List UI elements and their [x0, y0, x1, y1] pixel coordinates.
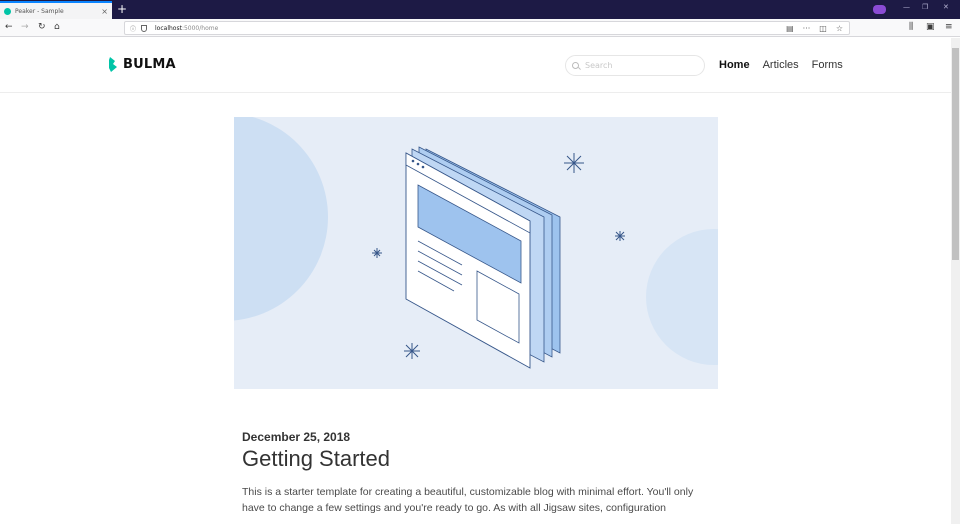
- tracking-shield-icon[interactable]: [141, 24, 148, 32]
- post-date: December 25, 2018: [242, 430, 351, 444]
- close-window-button[interactable]: ✕: [943, 3, 949, 11]
- forward-icon[interactable]: →: [21, 22, 29, 33]
- reload-icon[interactable]: ↻: [38, 22, 46, 33]
- bulma-logo-icon: [109, 57, 117, 72]
- favicon-icon: [4, 7, 11, 15]
- nav-forms-link[interactable]: Forms: [812, 59, 843, 71]
- pocket-icon[interactable]: ◫: [819, 24, 827, 33]
- menu-icon[interactable]: ≡: [945, 22, 953, 33]
- web-page: BULMA Search Home Articles Forms Decembe…: [0, 38, 951, 524]
- library-icon[interactable]: ⫼: [909, 22, 913, 33]
- decorative-circle-left: [234, 117, 328, 321]
- url-text: localhost:5000/home: [155, 24, 219, 32]
- tab-title: Peaker - Sample: [15, 7, 64, 15]
- url-bar[interactable]: ⓘ localhost:5000/home ▤ ··· ◫ ☆: [124, 21, 850, 35]
- scrollbar-thumb[interactable]: [952, 48, 959, 260]
- post-title-link[interactable]: Getting Started: [242, 446, 390, 472]
- site-navbar: BULMA Search Home Articles Forms: [0, 38, 951, 93]
- minimize-button[interactable]: —: [903, 3, 910, 11]
- post-excerpt: This is a starter template for creating …: [242, 486, 694, 514]
- browser-toolbar: ← → ↻ ⌂ ⓘ localhost:5000/home ▤ ··· ◫ ☆ …: [0, 19, 960, 37]
- home-icon[interactable]: ⌂: [54, 22, 60, 33]
- hero-illustration: [234, 117, 718, 389]
- new-tab-button[interactable]: +: [117, 2, 127, 16]
- back-icon[interactable]: ←: [5, 22, 13, 33]
- page-actions-icon[interactable]: ···: [803, 24, 811, 33]
- reader-view-icon[interactable]: ▤: [786, 24, 794, 33]
- decorative-circle-right: [646, 229, 718, 365]
- page-scrollbar[interactable]: [951, 38, 960, 524]
- bookmark-star-icon[interactable]: ☆: [836, 24, 843, 33]
- nav-articles-link[interactable]: Articles: [763, 59, 799, 71]
- site-info-icon[interactable]: ⓘ: [130, 24, 136, 33]
- brand[interactable]: BULMA: [108, 57, 176, 72]
- browser-window-stack-icon: [405, 146, 561, 369]
- tab-close-icon[interactable]: ×: [101, 7, 108, 16]
- nav-home-link[interactable]: Home: [719, 59, 750, 71]
- private-browsing-icon: [873, 5, 886, 14]
- search-placeholder: Search: [585, 61, 613, 70]
- sidebar-icon[interactable]: ▣: [926, 22, 935, 33]
- browser-tab[interactable]: Peaker - Sample ×: [0, 1, 112, 19]
- maximize-button[interactable]: ❐: [922, 3, 928, 11]
- nav-links: Home Articles Forms: [719, 59, 843, 71]
- search-input[interactable]: Search: [565, 55, 705, 76]
- browser-tab-bar: Peaker - Sample × + — ❐ ✕: [0, 0, 960, 19]
- brand-name: BULMA: [123, 57, 176, 72]
- search-icon: [572, 62, 579, 69]
